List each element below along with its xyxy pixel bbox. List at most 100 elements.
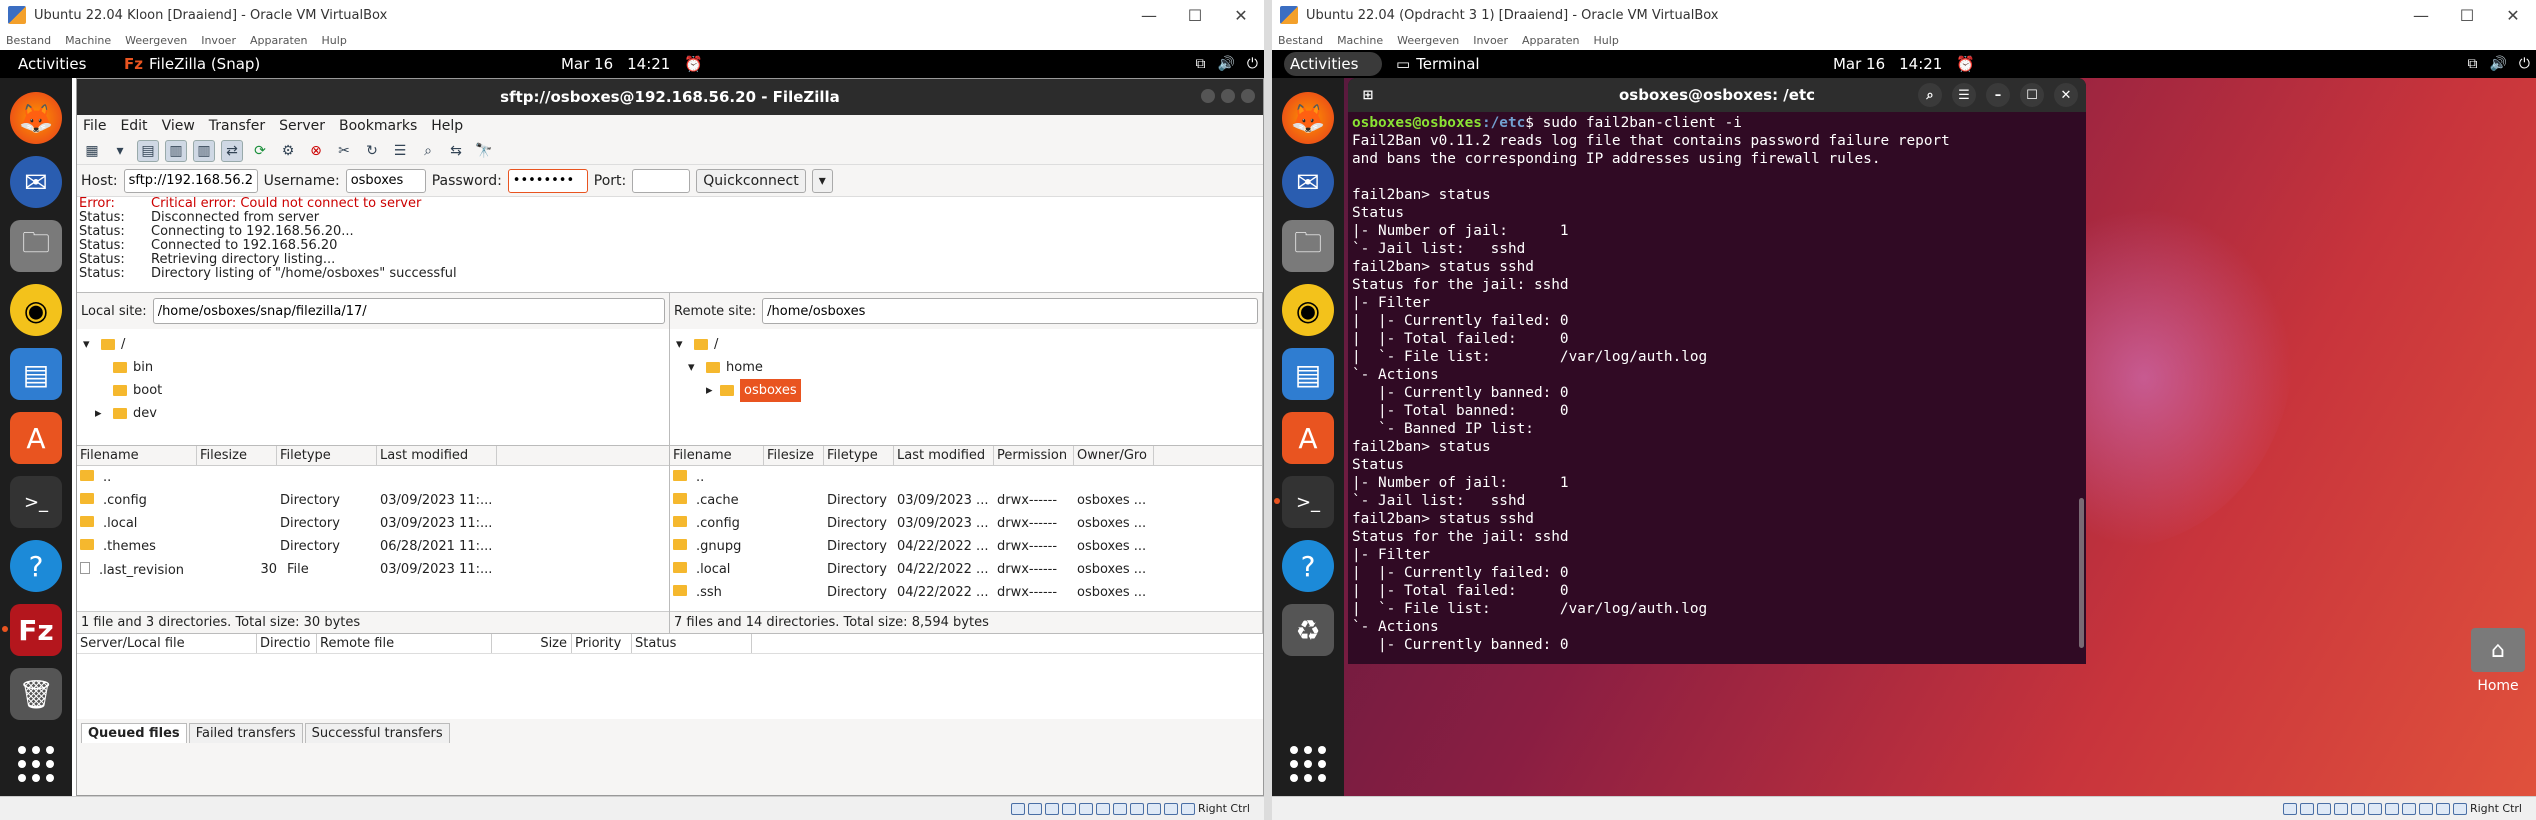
show-apps-icon[interactable] <box>10 738 62 790</box>
shared-folder-icon[interactable] <box>2367 802 2382 815</box>
toggle-remote-tree-icon[interactable]: ▥ <box>193 139 215 162</box>
toggle-queue-icon[interactable]: ⇄ <box>221 139 243 162</box>
vbox-titlebar[interactable]: Ubuntu 22.04 (Opdracht 3 1) [Draaiend] -… <box>1272 0 2536 30</box>
filter-icon[interactable]: ☰ <box>389 140 411 162</box>
column-filesize[interactable]: Filesize <box>764 445 824 466</box>
compare-icon[interactable]: ⌕ <box>417 140 439 162</box>
vbox-menu-machine[interactable]: Machine <box>65 34 111 47</box>
filezilla-titlebar[interactable]: sftp://osboxes@192.168.56.20 - FileZilla <box>77 79 1263 115</box>
trash-icon[interactable]: 🗑 <box>10 668 62 720</box>
remote-site-input[interactable] <box>762 298 1258 324</box>
site-manager-icon[interactable]: ▦ <box>81 140 103 162</box>
audio-icon[interactable] <box>2316 802 2331 815</box>
host-input[interactable] <box>123 168 258 193</box>
app-menu[interactable]: ▭ Terminal <box>1396 55 1480 73</box>
port-input[interactable] <box>632 168 691 193</box>
trash-icon[interactable]: ♻ <box>1282 604 1334 656</box>
transfer-queue[interactable]: Server/Local file Directio Remote file S… <box>77 633 1263 719</box>
column-filetype[interactable]: Filetype <box>277 445 377 466</box>
tree-node[interactable]: bin <box>83 356 669 379</box>
vbox-menu-invoer[interactable]: Invoer <box>1473 34 1508 47</box>
close-icon[interactable]: ✕ <box>2490 0 2536 30</box>
harddisk-icon[interactable] <box>1010 802 1025 815</box>
search-icon[interactable]: 🔭 <box>473 140 495 162</box>
tree-node[interactable]: ▾ / <box>676 333 1262 356</box>
vbox-menu-machine[interactable]: Machine <box>1337 34 1383 47</box>
writer-icon[interactable]: ▤ <box>1282 348 1334 400</box>
message-log[interactable]: Error: Critical error: Could not connect … <box>77 197 1263 293</box>
tree-node[interactable]: ▾ / <box>83 333 669 356</box>
firefox-icon[interactable]: 🦊 <box>1282 92 1334 144</box>
close-icon[interactable]: ✕ <box>2054 83 2078 107</box>
tab-successful-transfers[interactable]: Successful transfers <box>304 723 450 743</box>
toggle-local-tree-icon[interactable]: ▥ <box>165 139 187 162</box>
thunderbird-icon[interactable]: ✉ <box>1282 156 1334 208</box>
new-tab-icon[interactable]: ⊞ <box>1356 83 1380 107</box>
local-site-input[interactable] <box>152 298 665 324</box>
column-size[interactable]: Size <box>492 634 572 653</box>
tab-queued-files[interactable]: Queued files <box>81 723 187 743</box>
column-filename[interactable]: Filename <box>77 445 197 466</box>
disconnect-icon[interactable]: ✂ <box>333 140 355 162</box>
tab-failed-transfers[interactable]: Failed transfers <box>188 723 303 743</box>
terminal-scrollbar[interactable] <box>2079 498 2084 648</box>
usb-icon[interactable] <box>1078 802 1093 815</box>
software-icon[interactable]: A <box>1282 412 1334 464</box>
minimize-icon[interactable]: – <box>1986 83 2010 107</box>
vbox-menu-hulp[interactable]: Hulp <box>1594 34 1619 47</box>
sync-browse-icon[interactable]: ⇆ <box>445 140 467 162</box>
password-input[interactable] <box>507 168 588 193</box>
clock[interactable]: Mar 16 14:21 ⏰ <box>561 55 703 73</box>
tree-node[interactable]: ▸ dev <box>83 402 669 425</box>
close-icon[interactable]: ✕ <box>1218 0 1264 30</box>
usb-icon[interactable] <box>2350 802 2365 815</box>
cpu-icon[interactable] <box>2418 802 2433 815</box>
terminal-output[interactable]: osboxes@osboxes:/etc$ sudo fail2ban-clie… <box>1348 112 2086 656</box>
column-server-local-file[interactable]: Server/Local file <box>77 634 257 653</box>
help-icon[interactable]: ? <box>10 540 62 592</box>
cancel-icon[interactable]: ⊗ <box>305 140 327 162</box>
menu-edit[interactable]: Edit <box>120 118 147 134</box>
firefox-icon[interactable]: 🦊 <box>10 92 62 144</box>
vbox-menu-hulp[interactable]: Hulp <box>322 34 347 47</box>
table-row[interactable]: .gnupg Directory 04/22/2022 ... drwx------ o… <box>670 535 1262 558</box>
terminal-window[interactable]: ⊞ osboxes@osboxes: /etc ⌕ ☰ – ☐ ✕ osboxe… <box>1348 78 2086 664</box>
tree-node[interactable]: boot <box>83 379 669 402</box>
vbox-menu-invoer[interactable]: Invoer <box>201 34 236 47</box>
show-apps-icon[interactable] <box>1282 738 1334 790</box>
maximize-icon[interactable] <box>1221 89 1235 103</box>
vbox-menu-apparaten[interactable]: Apparaten <box>250 34 308 47</box>
table-row[interactable]: .local Directory 03/09/2023 11:... <box>77 512 669 535</box>
username-input[interactable] <box>345 168 426 193</box>
mouse-integration-icon[interactable] <box>1163 802 1178 815</box>
column-status[interactable]: Status <box>632 634 752 653</box>
terminal-icon[interactable]: >_ <box>10 476 62 528</box>
reconnect-icon[interactable]: ↻ <box>361 140 383 162</box>
menu-server[interactable]: Server <box>279 118 325 134</box>
column-filetype[interactable]: Filetype <box>824 445 894 466</box>
column-permission[interactable]: Permission <box>994 445 1074 466</box>
rhythmbox-icon[interactable]: ◉ <box>1282 284 1334 336</box>
column-last-modified[interactable]: Last modified <box>894 445 994 466</box>
desktop-home-icon[interactable]: ⌂ Home <box>2468 628 2528 694</box>
display-icon[interactable] <box>2384 802 2399 815</box>
optical-drive-icon[interactable] <box>2299 802 2314 815</box>
local-tree[interactable]: ▾ / bin boot ▸ dev <box>77 329 669 425</box>
tree-node[interactable]: ▸ osboxes <box>676 379 1262 402</box>
software-icon[interactable]: A <box>10 412 62 464</box>
menu-icon[interactable]: ☰ <box>1952 83 1976 107</box>
column-last-modified[interactable]: Last modified <box>377 445 497 466</box>
recording-icon[interactable] <box>2401 802 2416 815</box>
vbox-titlebar[interactable]: Ubuntu 22.04 Kloon [Draaiend] - Oracle V… <box>0 0 1264 30</box>
activities-button[interactable]: Activities <box>12 52 110 76</box>
terminal-titlebar[interactable]: ⊞ osboxes@osboxes: /etc ⌕ ☰ – ☐ ✕ <box>1348 78 2086 112</box>
table-row[interactable]: .cache Directory 03/09/2023 ... drwx------ o… <box>670 489 1262 512</box>
column-direction[interactable]: Directio <box>257 634 317 653</box>
mouse-integration-icon[interactable] <box>2435 802 2450 815</box>
network-adapter-icon[interactable] <box>2333 802 2348 815</box>
table-row[interactable]: .. <box>77 466 669 489</box>
optical-drive-icon[interactable] <box>1027 802 1042 815</box>
files-icon[interactable]: 🗀 <box>1282 220 1334 272</box>
table-row[interactable]: .config Directory 03/09/2023 11:... <box>77 489 669 512</box>
terminal-icon[interactable]: >_ <box>1274 476 1334 528</box>
